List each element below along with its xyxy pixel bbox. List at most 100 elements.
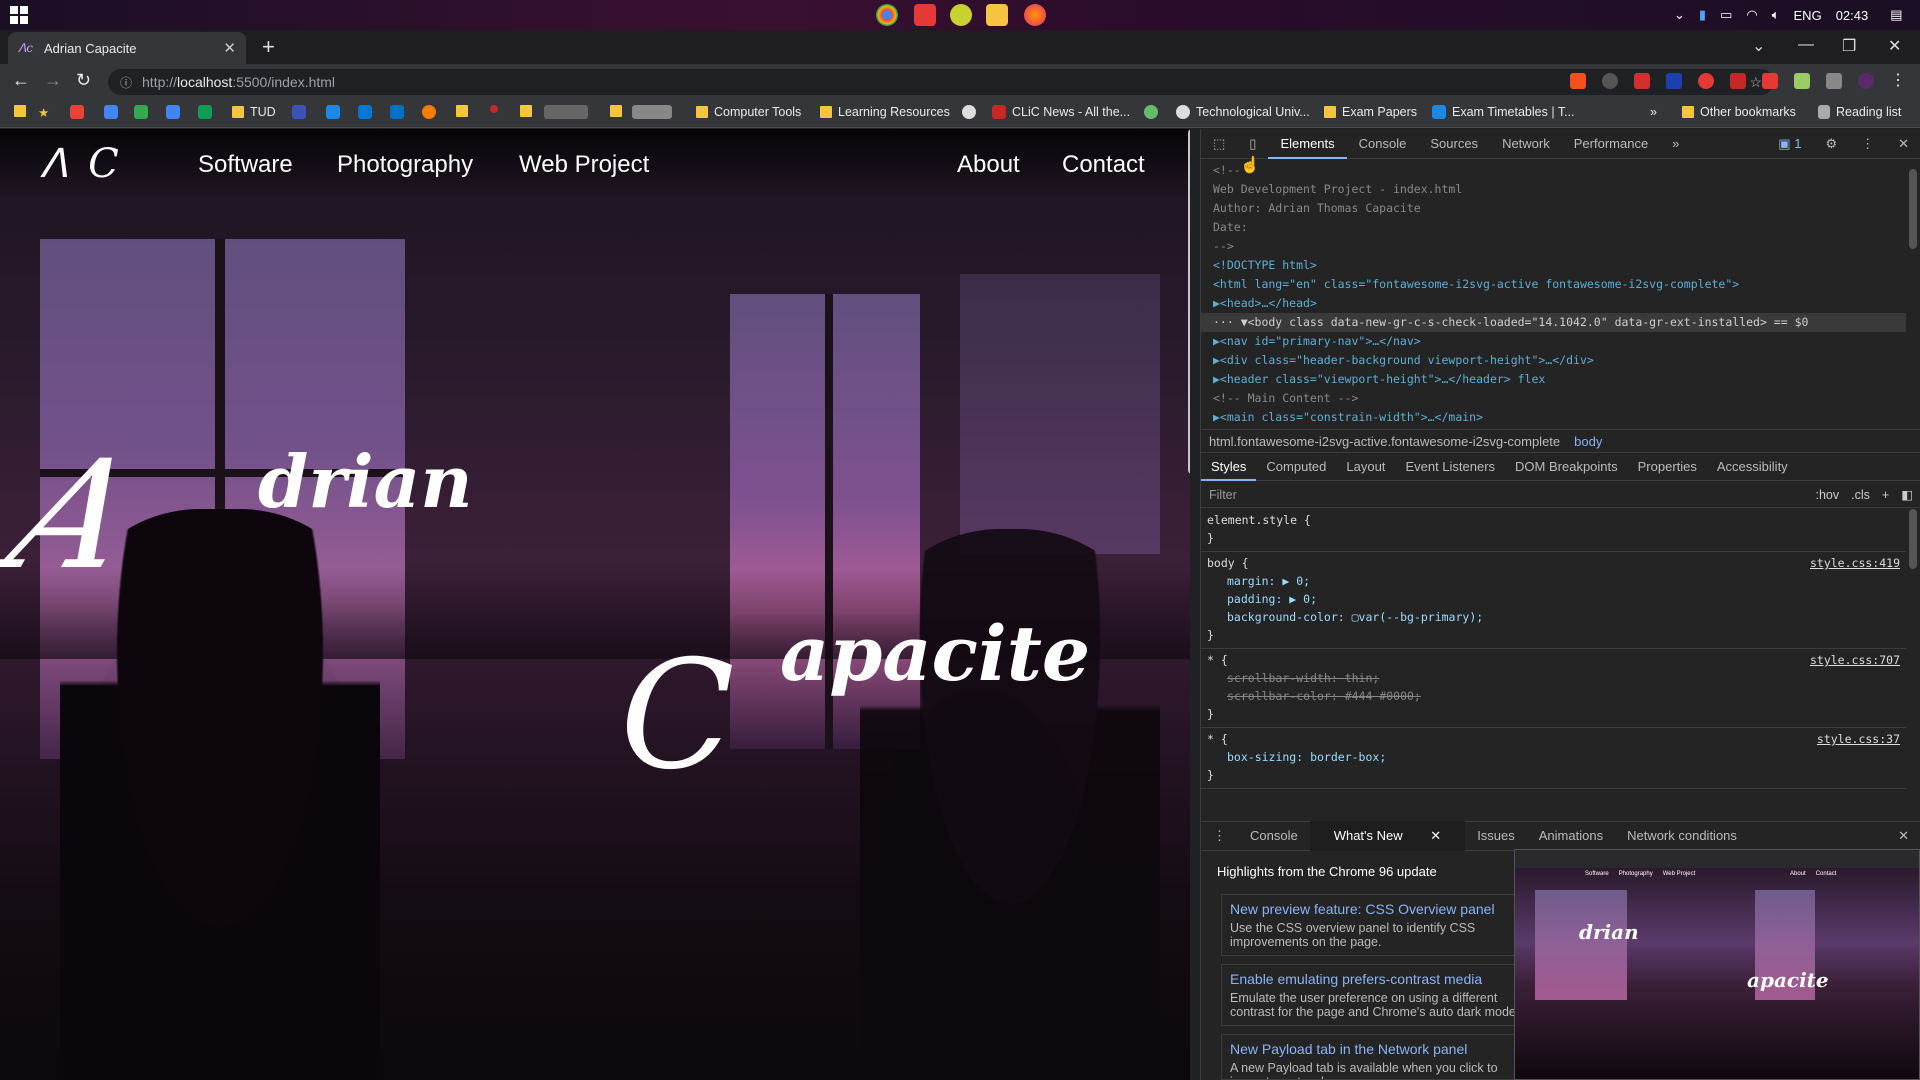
- tab-performance[interactable]: Performance: [1562, 129, 1660, 159]
- restore-icon[interactable]: ❐: [1842, 36, 1856, 56]
- more-bookmarks-button[interactable]: »: [1650, 105, 1657, 119]
- css-property[interactable]: scrollbar-width: thin;: [1207, 669, 1900, 687]
- drawer-menu-icon[interactable]: ⋮: [1201, 821, 1238, 851]
- css-source-link[interactable]: style.css:419: [1810, 554, 1900, 572]
- page-scrollbar[interactable]: [1188, 129, 1190, 474]
- docs-icon[interactable]: [166, 105, 180, 119]
- bookmark-learning-resources[interactable]: Learning Resources: [820, 105, 950, 119]
- tab-dom-breakpoints[interactable]: DOM Breakpoints: [1505, 453, 1628, 481]
- settings-gear-icon[interactable]: ⚙: [1813, 129, 1849, 159]
- extension-icon[interactable]: [1570, 73, 1586, 89]
- bookmark-folder-icon[interactable]: [520, 105, 532, 117]
- nav-web-project[interactable]: Web Project: [519, 151, 649, 179]
- nav-software[interactable]: Software: [198, 151, 293, 179]
- puzzle-icon[interactable]: [1826, 73, 1842, 89]
- windows-start-icon[interactable]: [10, 6, 28, 24]
- bookmark-reading-list[interactable]: Reading list: [1818, 105, 1901, 119]
- css-property[interactable]: scrollbar-color: #444 #0000;: [1207, 687, 1900, 705]
- dom-node-line[interactable]: <!--: [1201, 161, 1906, 180]
- bookmark-icon[interactable]: [292, 105, 306, 119]
- css-rule[interactable]: body {style.css:419 margin: ▶ 0; padding: …: [1201, 552, 1906, 649]
- bookmark-star-icon[interactable]: ☆: [1749, 74, 1762, 91]
- screenshot-preview[interactable]: Software Photography Web Project About C…: [1514, 849, 1920, 1080]
- bookmark-icon[interactable]: [1144, 105, 1158, 119]
- dom-scrollbar[interactable]: [1909, 169, 1917, 249]
- dom-node-line[interactable]: Date:: [1201, 218, 1906, 237]
- bookmark-folder-icon[interactable]: [610, 105, 622, 117]
- dom-node-line[interactable]: Web Development Project - index.html: [1201, 180, 1906, 199]
- drive-icon[interactable]: [134, 105, 148, 119]
- extension-icon[interactable]: [1666, 73, 1682, 89]
- css-property[interactable]: box-sizing: border-box;: [1207, 748, 1900, 766]
- site-info-icon[interactable]: ⓘ: [120, 74, 132, 91]
- dom-node-line[interactable]: ▶<main class="constrain-width">…</main>: [1201, 408, 1906, 426]
- dom-node-line[interactable]: <!-- Main Content -->: [1201, 389, 1906, 408]
- toggle-sidebar-icon[interactable]: ◧: [1901, 487, 1913, 502]
- bookmark-folder-icon[interactable]: [456, 105, 468, 117]
- tab-network[interactable]: Network: [1490, 129, 1562, 159]
- css-selector[interactable]: element.style {: [1207, 513, 1311, 527]
- css-rule[interactable]: * {style.css:37 box-sizing: border-box;}: [1201, 728, 1906, 789]
- breadcrumb-html[interactable]: html.fontawesome-i2svg-active.fontawesom…: [1209, 434, 1560, 449]
- todoist-taskbar-icon[interactable]: [914, 4, 936, 26]
- outlook-icon[interactable]: [390, 105, 404, 119]
- dom-node-line[interactable]: ▶<header class="viewport-height">…</head…: [1201, 370, 1906, 389]
- card-title[interactable]: New Payload tab in the Network panel: [1230, 1041, 1522, 1057]
- tab-console[interactable]: Console: [1347, 129, 1419, 159]
- language-indicator[interactable]: ENG: [1794, 8, 1822, 23]
- drawer-tab-issues[interactable]: Issues: [1465, 821, 1527, 851]
- bookmark-icon[interactable]: [544, 105, 588, 119]
- dom-tree[interactable]: <!-- Web Development Project - index.htm…: [1201, 161, 1906, 426]
- clock[interactable]: 02:43: [1836, 8, 1869, 23]
- nav-contact[interactable]: Contact: [1062, 151, 1145, 179]
- menu-kebab-icon[interactable]: ⋮: [1890, 70, 1906, 90]
- drawer-tab-console[interactable]: Console: [1238, 821, 1310, 851]
- nav-photography[interactable]: Photography: [337, 151, 473, 179]
- extension-icon[interactable]: [1698, 73, 1714, 89]
- dom-node-line[interactable]: <html lang="en" class="fontawesome-i2svg…: [1201, 275, 1906, 294]
- new-rule-button[interactable]: +: [1882, 488, 1889, 502]
- whats-new-card[interactable]: Enable emulating prefers-contrast media …: [1221, 964, 1531, 1026]
- chevron-down-icon[interactable]: ⌄: [1674, 7, 1685, 23]
- browser-tab[interactable]: ꓥc Adrian Capacite ✕: [8, 32, 246, 64]
- dom-node-line[interactable]: ▶<nav id="primary-nav">…</nav>: [1201, 332, 1906, 351]
- css-selector[interactable]: * {: [1207, 732, 1228, 746]
- dom-node-line[interactable]: <!DOCTYPE html>: [1201, 256, 1906, 275]
- extension-icon[interactable]: [1762, 73, 1778, 89]
- close-drawer-icon[interactable]: ✕: [1886, 821, 1920, 851]
- inspect-element-icon[interactable]: ⬚: [1201, 129, 1237, 159]
- tab-accessibility[interactable]: Accessibility: [1707, 453, 1798, 481]
- bookmark-exam-papers[interactable]: Exam Papers: [1324, 105, 1417, 119]
- outlook-icon[interactable]: [358, 105, 372, 119]
- dom-node-line[interactable]: Author: Adrian Thomas Capacite: [1201, 199, 1906, 218]
- device-toolbar-icon[interactable]: ▯: [1237, 129, 1268, 159]
- dom-node-line[interactable]: ··· ▼<body class data-new-gr-c-s-check-l…: [1201, 313, 1906, 332]
- bookmark-icon[interactable]: [422, 105, 436, 119]
- bookmark-other-bookmarks[interactable]: Other bookmarks: [1682, 105, 1796, 119]
- close-devtools-icon[interactable]: ✕: [1886, 129, 1920, 159]
- site-logo[interactable]: ꓥ C: [40, 141, 123, 187]
- back-icon[interactable]: ←: [12, 70, 30, 91]
- address-bar[interactable]: ⓘ http://localhost:5500/index.html ⇪ ☆: [108, 69, 1774, 95]
- chrome-taskbar-icon[interactable]: [876, 4, 898, 26]
- css-selector[interactable]: * {: [1207, 653, 1228, 667]
- css-property[interactable]: margin: ▶ 0;: [1207, 572, 1900, 590]
- battery-icon[interactable]: ▭: [1720, 7, 1732, 23]
- css-source-link[interactable]: style.css:37: [1817, 730, 1900, 748]
- new-tab-button[interactable]: +: [262, 34, 275, 60]
- notifications-icon[interactable]: ▤: [1890, 7, 1902, 23]
- css-property[interactable]: padding: ▶ 0;: [1207, 590, 1900, 608]
- extension-icon[interactable]: [1634, 73, 1650, 89]
- drawer-tab-whats-new[interactable]: What's New ✕: [1309, 821, 1466, 851]
- nav-about[interactable]: About: [957, 151, 1020, 179]
- extension-icon[interactable]: [1730, 73, 1746, 89]
- globe-icon[interactable]: [962, 105, 976, 119]
- hov-toggle[interactable]: :hov: [1815, 488, 1839, 502]
- file-explorer-icon[interactable]: [986, 4, 1008, 26]
- devtools-menu-icon[interactable]: ⋮: [1849, 129, 1886, 159]
- tab-styles[interactable]: Styles: [1201, 453, 1257, 481]
- minimize-icon[interactable]: —: [1798, 36, 1814, 54]
- tab-properties[interactable]: Properties: [1628, 453, 1707, 481]
- whats-new-card[interactable]: New preview feature: CSS Overview panel …: [1221, 894, 1531, 956]
- star-icon[interactable]: ★: [38, 105, 49, 120]
